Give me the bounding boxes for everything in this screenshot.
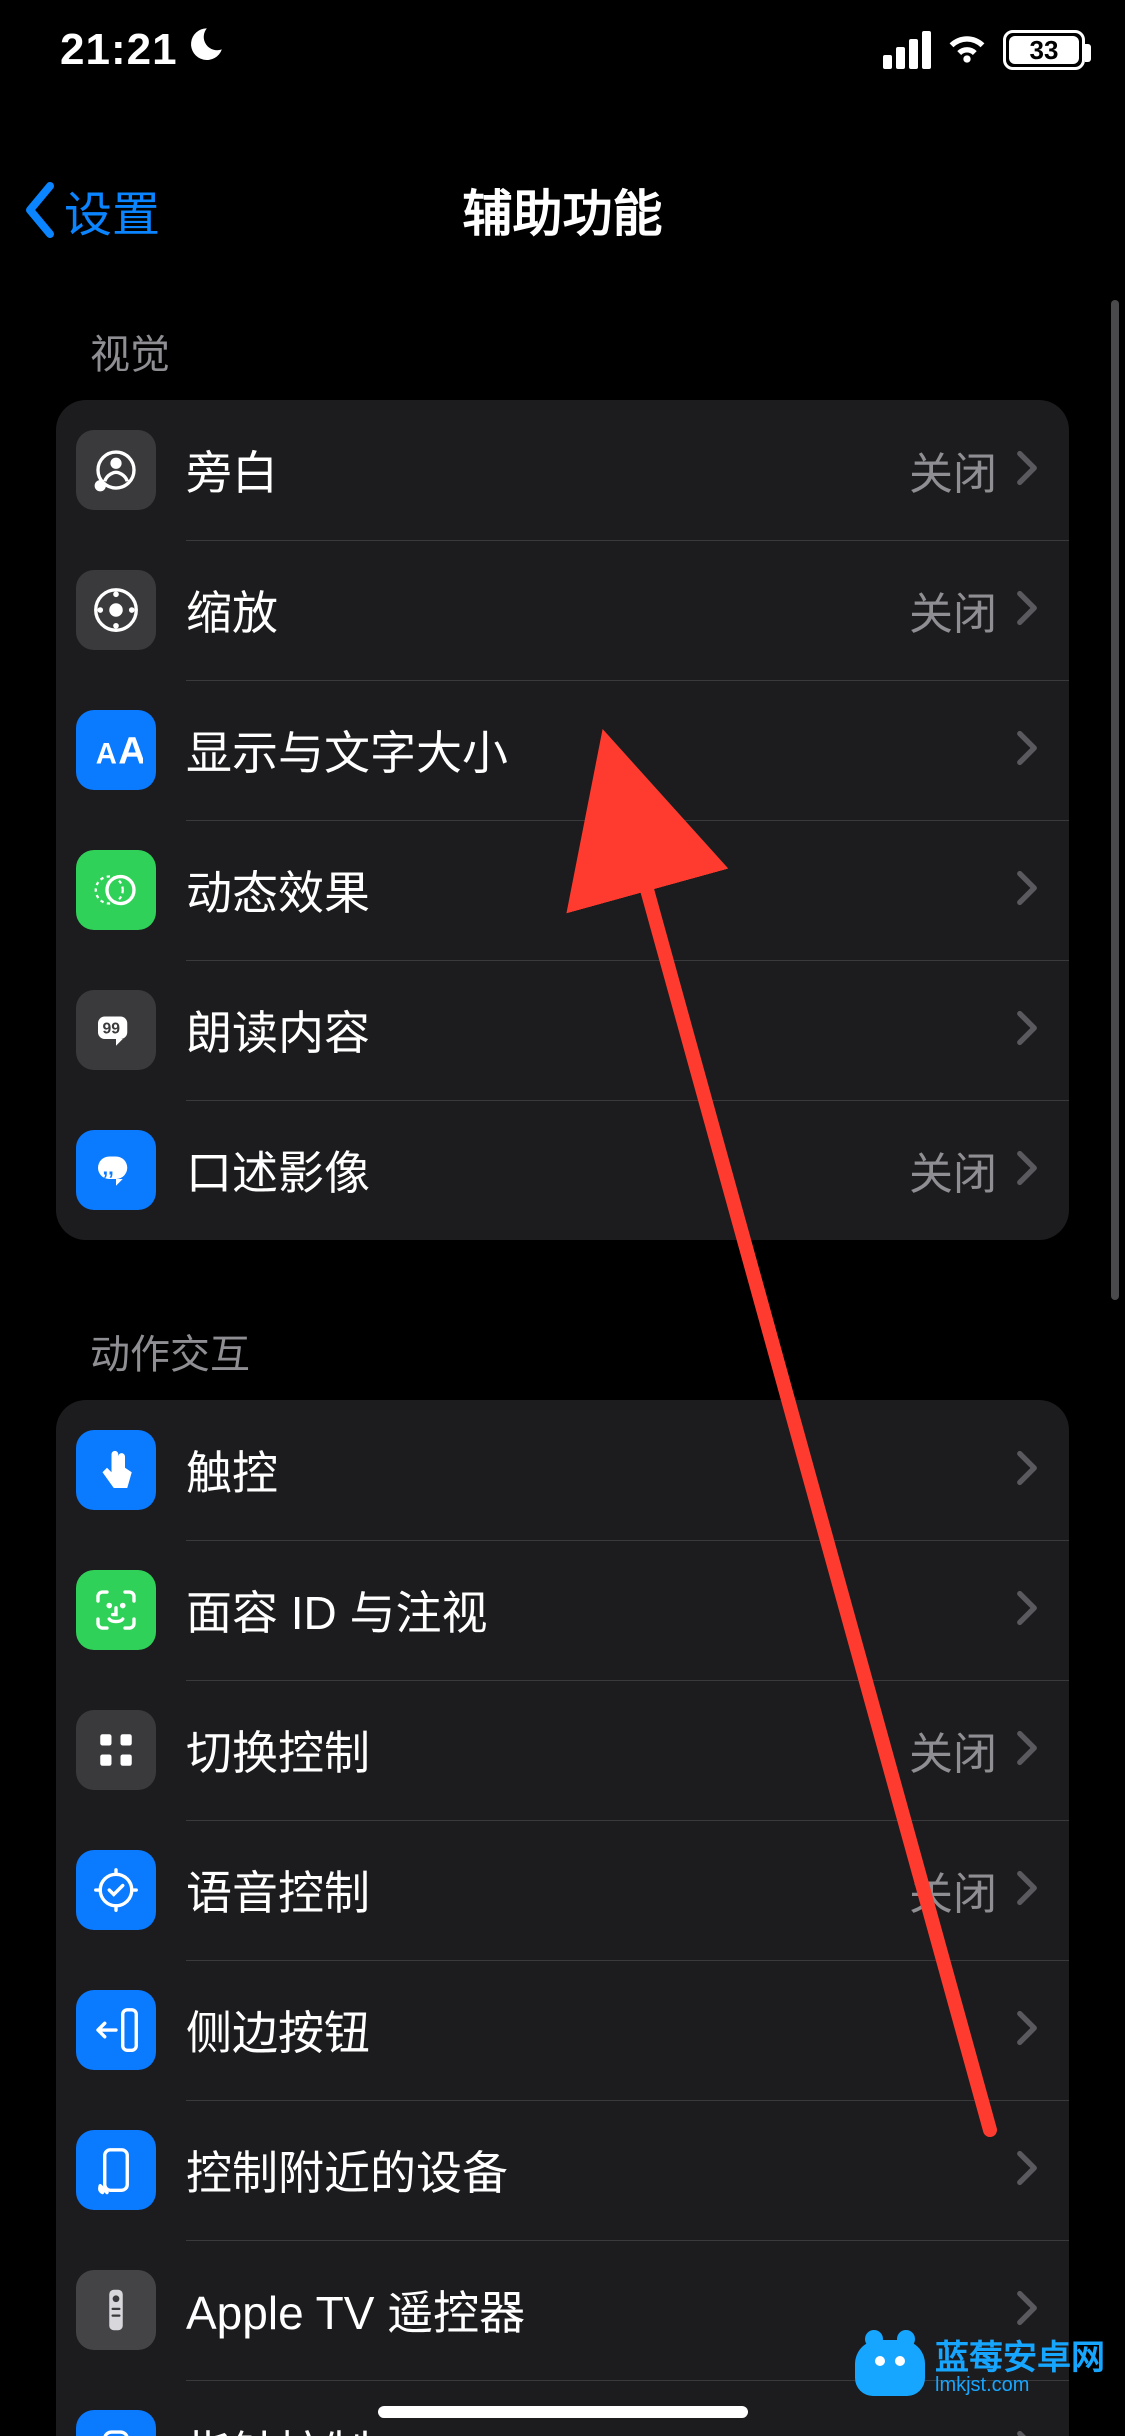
- appletv-icon: [76, 2270, 156, 2350]
- row-value: 关闭: [909, 1718, 997, 1782]
- chevron-right-icon: [1015, 1590, 1039, 1631]
- battery-percent: 33: [1030, 35, 1059, 66]
- row-label: 旁白: [186, 437, 909, 503]
- row-label: 动态效果: [186, 857, 1015, 923]
- faceid-icon: [76, 1570, 156, 1650]
- svg-text:,,: ,,: [103, 1158, 114, 1180]
- row-label: 面容 ID 与注视: [186, 1577, 1015, 1643]
- status-left: 21:21: [60, 25, 226, 76]
- section-header-visual: 视觉: [0, 300, 1125, 400]
- row-label: Apple TV 遥控器: [186, 2277, 1015, 2343]
- row-label: 语音控制: [186, 1857, 909, 1923]
- chevron-right-icon: [1015, 2430, 1039, 2436]
- chevron-right-icon: [1015, 450, 1039, 491]
- chevron-right-icon: [1015, 1150, 1039, 1191]
- audiodesc-icon: ,,: [76, 1130, 156, 1210]
- chevron-right-icon: [1015, 870, 1039, 911]
- row-spoken-content[interactable]: 99 朗读内容: [56, 960, 1069, 1100]
- row-display-text-size[interactable]: AA 显示与文字大小: [56, 680, 1069, 820]
- row-faceid-attention[interactable]: 面容 ID 与注视: [56, 1540, 1069, 1680]
- row-value: 关闭: [909, 1138, 997, 1202]
- chevron-right-icon: [1015, 2290, 1039, 2331]
- row-label: 口述影像: [186, 1137, 909, 1203]
- svg-text:A: A: [96, 739, 117, 771]
- zoom-icon: [76, 570, 156, 650]
- nav-bar: 设置 辅助功能: [0, 150, 1125, 270]
- row-value: 关闭: [909, 438, 997, 502]
- pointer-icon: [76, 2410, 156, 2436]
- row-zoom[interactable]: 缩放 关闭: [56, 540, 1069, 680]
- status-bar: 21:21 33: [0, 0, 1125, 100]
- home-indicator: [378, 2406, 748, 2418]
- row-label: 朗读内容: [186, 997, 1015, 1063]
- row-side-button[interactable]: 侧边按钮: [56, 1960, 1069, 2100]
- row-voiceover[interactable]: 旁白 关闭: [56, 400, 1069, 540]
- chevron-right-icon: [1015, 1730, 1039, 1771]
- chevron-right-icon: [1015, 730, 1039, 771]
- chevron-right-icon: [1015, 1870, 1039, 1911]
- screen: 21:21 33 设置 辅助功能 视觉: [0, 0, 1125, 2436]
- row-switch-control[interactable]: 切换控制 关闭: [56, 1680, 1069, 1820]
- sidebutton-icon: [76, 1990, 156, 2070]
- switchcontrol-icon: [76, 1710, 156, 1790]
- page-title: 辅助功能: [0, 174, 1125, 246]
- chevron-right-icon: [1015, 1010, 1039, 1051]
- chevron-right-icon: [1015, 590, 1039, 631]
- nearby-icon: [76, 2130, 156, 2210]
- svg-text:99: 99: [103, 1020, 121, 1037]
- status-right: 33: [883, 26, 1085, 75]
- voicecontrol-icon: [76, 1850, 156, 1930]
- back-button[interactable]: 设置: [0, 175, 160, 245]
- row-touch[interactable]: 触控: [56, 1400, 1069, 1540]
- row-label: 切换控制: [186, 1717, 909, 1783]
- voiceover-icon: [76, 430, 156, 510]
- svg-text:A: A: [118, 730, 143, 773]
- row-label: 显示与文字大小: [186, 717, 1015, 783]
- group-physical: 触控 面容 ID 与注视 切换控制 关闭: [56, 1400, 1069, 2436]
- textsize-icon: AA: [76, 710, 156, 790]
- touch-icon: [76, 1430, 156, 1510]
- watermark-logo-icon: [855, 2340, 925, 2396]
- section-header-physical: 动作交互: [0, 1300, 1125, 1400]
- watermark: 蓝莓安卓网 lmkjst.com: [855, 2340, 1105, 2396]
- row-value: 关闭: [909, 1858, 997, 1922]
- row-label: 指针控制: [186, 2417, 1015, 2436]
- content[interactable]: 视觉 旁白 关闭 缩放 关闭 AA: [0, 300, 1125, 2436]
- do-not-disturb-icon: [186, 25, 226, 76]
- speak-icon: 99: [76, 990, 156, 1070]
- row-label: 侧边按钮: [186, 1997, 1015, 2063]
- motion-icon: [76, 850, 156, 930]
- scroll-indicator: [1111, 300, 1119, 1300]
- row-motion[interactable]: 动态效果: [56, 820, 1069, 960]
- back-label: 设置: [64, 175, 160, 245]
- cellular-signal-icon: [883, 31, 931, 69]
- row-control-nearby-devices[interactable]: 控制附近的设备: [56, 2100, 1069, 2240]
- status-time: 21:21: [60, 25, 178, 75]
- row-label: 触控: [186, 1437, 1015, 1503]
- wifi-icon: [945, 26, 989, 75]
- watermark-title: 蓝莓安卓网: [935, 2341, 1105, 2375]
- row-label: 控制附近的设备: [186, 2137, 1015, 2203]
- watermark-url: lmkjst.com: [935, 2375, 1105, 2395]
- chevron-right-icon: [1015, 2010, 1039, 2051]
- row-label: 缩放: [186, 577, 909, 643]
- group-visual: 旁白 关闭 缩放 关闭 AA 显示与文字大小: [56, 400, 1069, 1240]
- row-audio-descriptions[interactable]: ,, 口述影像 关闭: [56, 1100, 1069, 1240]
- chevron-right-icon: [1015, 1450, 1039, 1491]
- battery-icon: 33: [1003, 30, 1085, 70]
- chevron-right-icon: [1015, 2150, 1039, 2191]
- row-value: 关闭: [909, 578, 997, 642]
- row-voice-control[interactable]: 语音控制 关闭: [56, 1820, 1069, 1960]
